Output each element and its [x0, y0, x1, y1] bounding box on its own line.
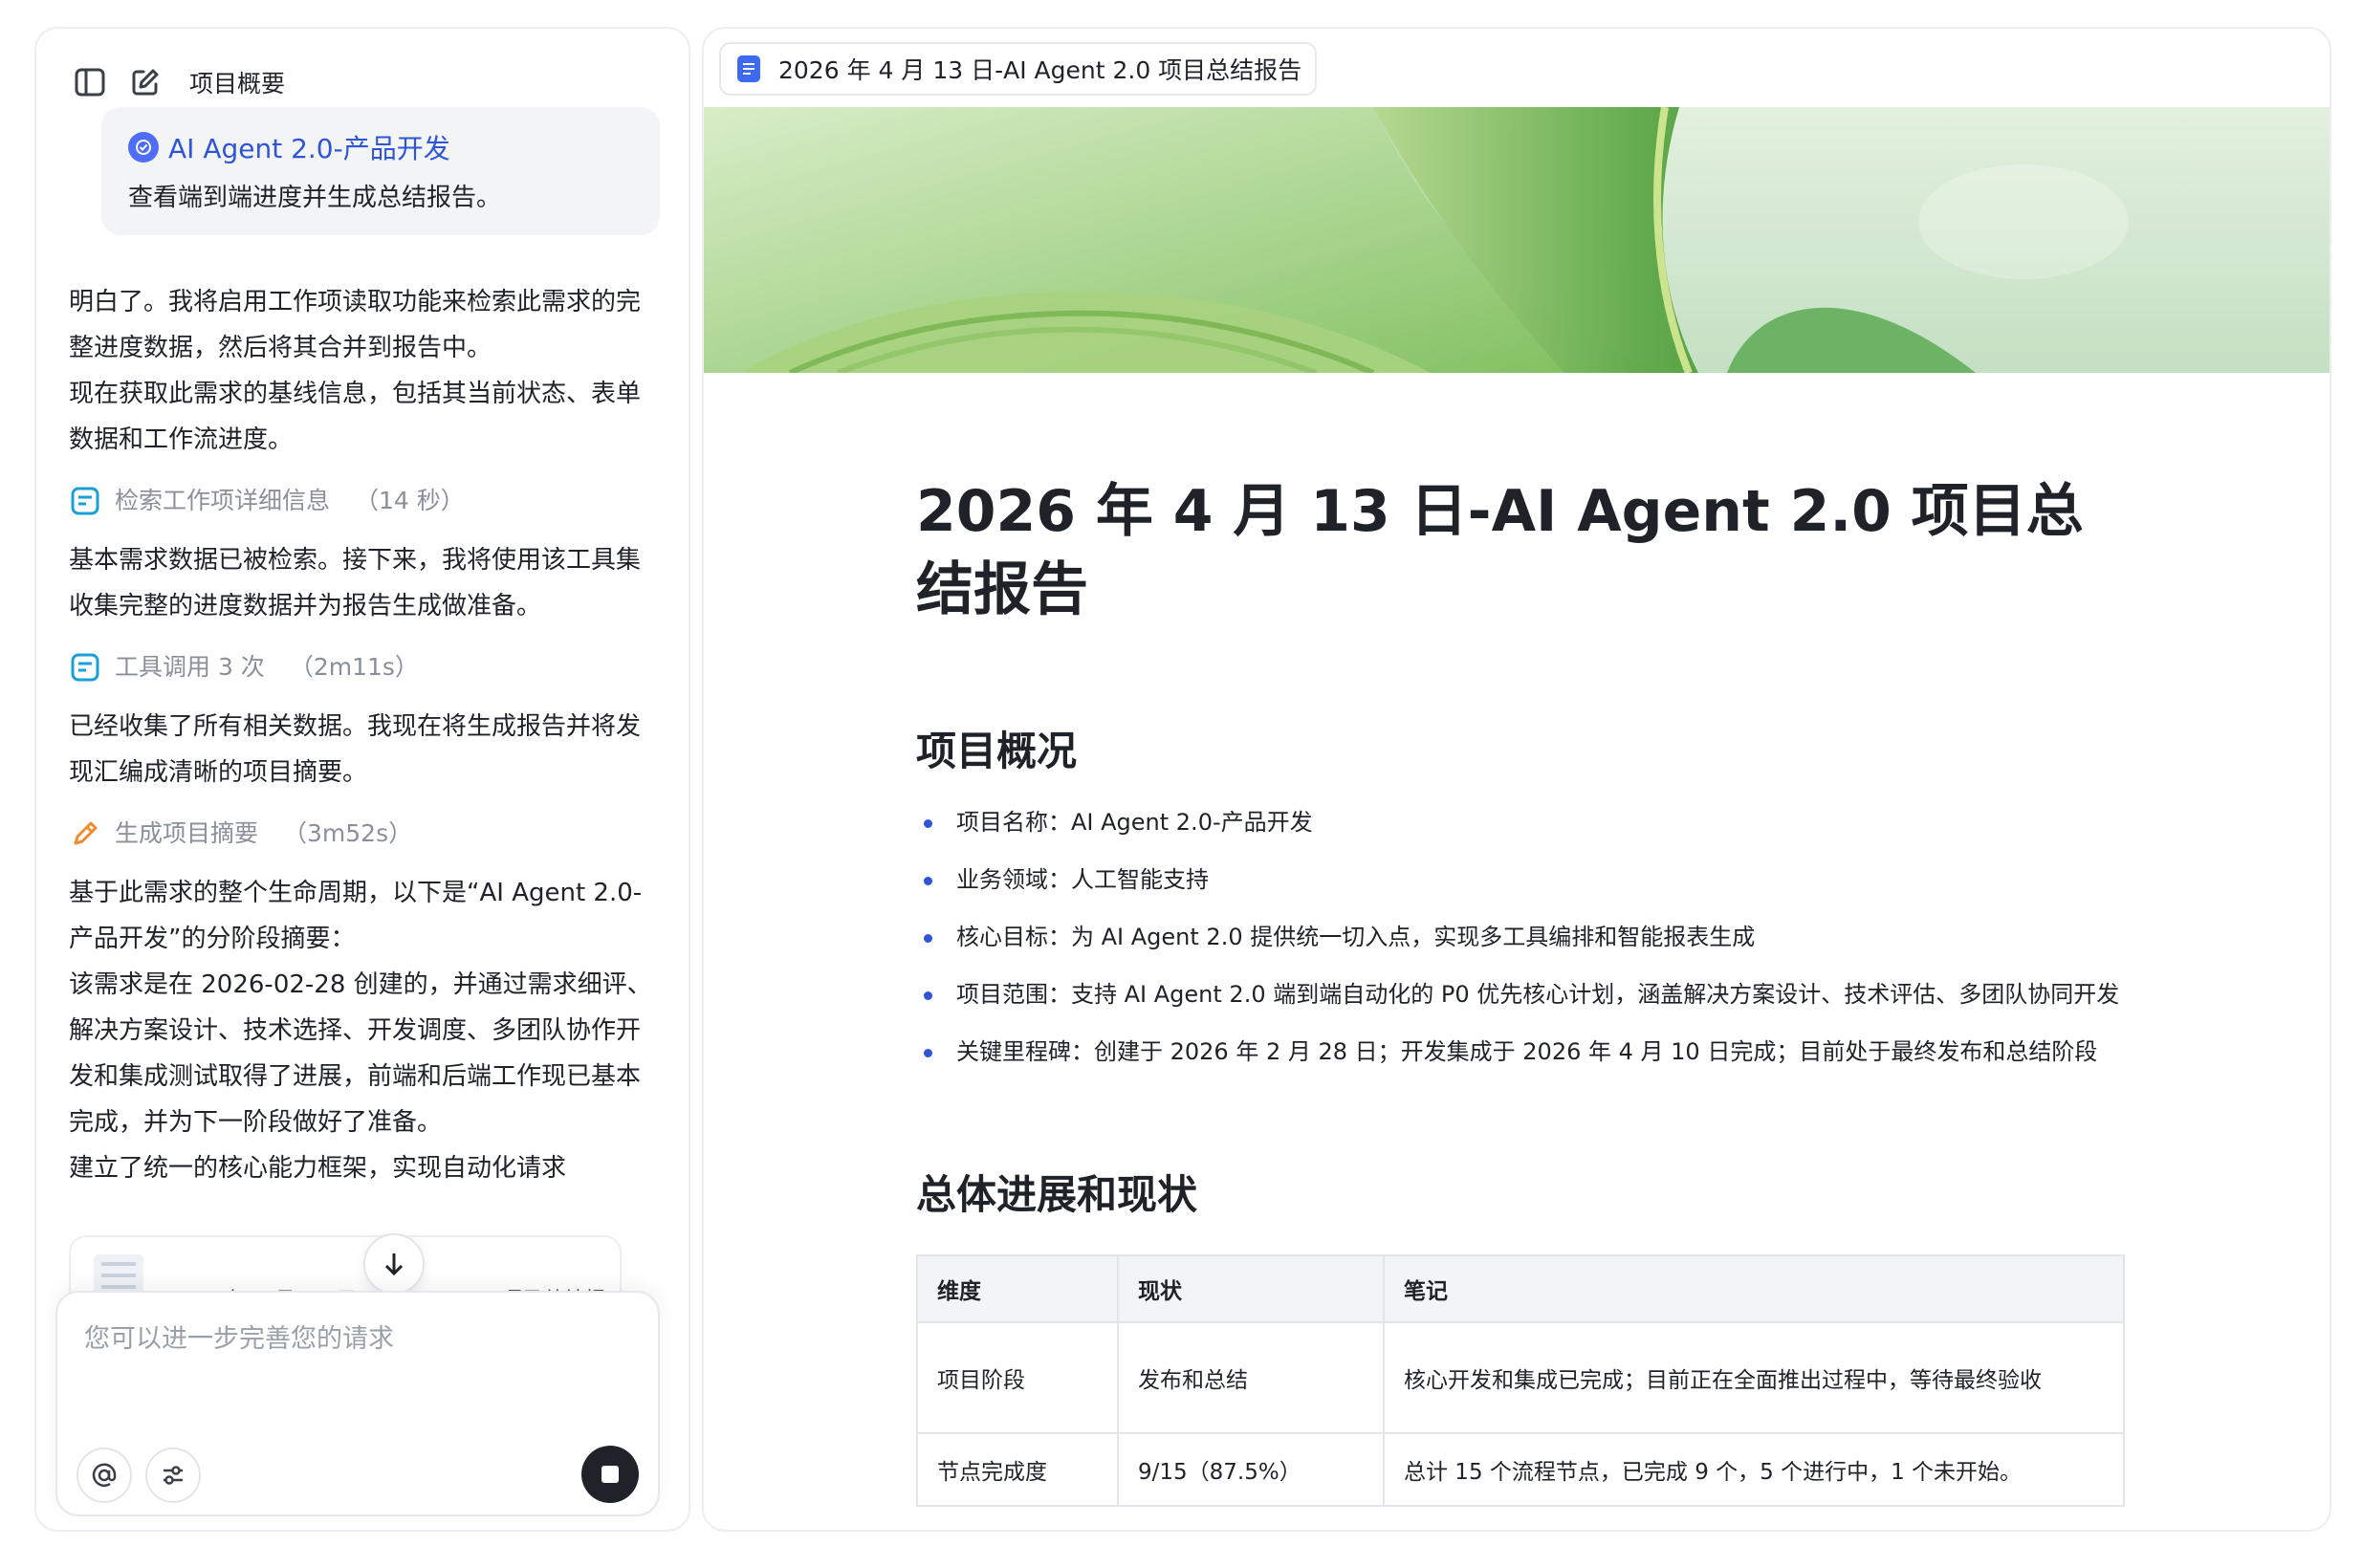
- assistant-message: 基于此需求的整个生命周期，以下是“AI Agent 2.0-产品开发”的分阶段摘…: [69, 879, 643, 953]
- assistant-message: 该需求是在 2026-02-28 创建的，并通过需求细评、解决方案设计、技术选择…: [69, 970, 652, 1137]
- step-label: 生成项目摘要: [115, 819, 259, 847]
- project-tag-label: AI Agent 2.0-产品开发: [168, 133, 450, 164]
- at-sign-icon: [92, 1463, 117, 1487]
- progress-table: 维度 现状 笔记 项目阶段 发布和总结 核心开发和集成已完成；目前正在全面推出过…: [916, 1254, 2125, 1507]
- step-duration: （2m11s）: [289, 653, 419, 681]
- assistant-message: 基本需求数据已被检索。接下来，我将使用该工具集收集完整的进度数据并为报告生成做准…: [69, 546, 642, 621]
- chat-title: 项目概要: [189, 70, 286, 98]
- user-message: 查看端到端进度并生成总结报告。: [128, 184, 502, 212]
- stop-icon: [601, 1466, 619, 1483]
- step-retrieve-workitem[interactable]: 检索工作项详细信息 （14 秒）: [69, 476, 664, 526]
- composer-input[interactable]: 您可以进一步完善您的请求: [84, 1318, 394, 1355]
- document-cover-image: [704, 107, 2329, 373]
- scroll-to-bottom-button[interactable]: [363, 1233, 425, 1295]
- step-label: 检索工作项详细信息: [115, 487, 331, 514]
- user-request-card: AI Agent 2.0-产品开发 查看端到端进度并生成总结报告。: [101, 107, 660, 235]
- arrow-down-icon: [384, 1253, 404, 1276]
- section-heading-overview: 项目概况: [916, 728, 1078, 774]
- list-item: 项目名称：AI Agent 2.0-产品开发: [916, 805, 2123, 839]
- chat-header: 项目概要: [71, 55, 285, 109]
- settings-button[interactable]: [145, 1448, 201, 1503]
- list-item: 核心目标：为 AI Agent 2.0 提供统一切入点，实现多工具编排和智能报表…: [916, 920, 2123, 954]
- list-item: 项目范围：支持 AI Agent 2.0 端到端自动化的 P0 优先核心计划，涵…: [916, 977, 2123, 1012]
- step-label: 工具调用 3 次: [115, 653, 265, 681]
- table-row: 项目阶段 发布和总结 核心开发和集成已完成；目前正在全面推出过程中，等待最终验收: [916, 1321, 2125, 1434]
- project-tag[interactable]: AI Agent 2.0-产品开发: [128, 128, 633, 166]
- assistant-message: 现在获取此需求的基线信息，包括其当前状态、表单数据和工作流进度。: [69, 380, 642, 454]
- table-cell: 核心开发和集成已完成；目前正在全面推出过程中，等待最终验收: [1383, 1321, 2125, 1434]
- step-generate-summary[interactable]: 生成项目摘要 （3m52s）: [69, 809, 664, 859]
- table-cell: 项目阶段: [916, 1321, 1119, 1434]
- pencil-icon: [69, 817, 101, 850]
- mention-button[interactable]: [77, 1448, 132, 1503]
- step-tool-calls[interactable]: 工具调用 3 次 （2m11s）: [69, 642, 664, 692]
- list-item: 业务领域：人工智能支持: [916, 862, 2123, 897]
- document-icon: [737, 55, 760, 82]
- document-panel: 2026 年 4 月 13 日-AI Agent 2.0 项目总结报告 2026…: [702, 27, 2331, 1532]
- chat-messages: 明白了。我将启用工作项读取功能来检索此需求的完整进度数据，然后将其合并到报告中。…: [69, 279, 664, 1235]
- table-cell: 发布和总结: [1117, 1321, 1385, 1434]
- assistant-message: 建立了统一的核心能力框架，实现自动化请求: [69, 1154, 567, 1183]
- task-list-icon: [69, 485, 101, 517]
- table-cell: 总计 15 个流程节点，已完成 9 个，5 个进行中，1 个未开始。: [1383, 1432, 2125, 1507]
- section-heading-progress: 总体进展和现状: [916, 1171, 1198, 1218]
- step-duration: （3m52s）: [283, 819, 413, 847]
- chat-panel: 项目概要 AI Agent 2.0-产品开发 查看端到端进度并生成总结报告。 明…: [34, 27, 690, 1532]
- document-title: 2026 年 4 月 13 日-AI Agent 2.0 项目总结报告: [916, 478, 2084, 623]
- table-header: 现状: [1117, 1254, 1385, 1323]
- table-cell: 节点完成度: [916, 1432, 1119, 1507]
- list-item: 关键里程碑：创建于 2026 年 2 月 28 日；开发集成于 2026 年 4…: [916, 1034, 2123, 1069]
- table-header-row: 维度 现状 笔记: [916, 1254, 2125, 1323]
- sidebar-toggle-icon[interactable]: [71, 63, 109, 101]
- check-badge-icon: [128, 132, 159, 163]
- table-row: 节点完成度 9/15（87.5%） 总计 15 个流程节点，已完成 9 个，5 …: [916, 1432, 2125, 1507]
- new-chat-edit-icon[interactable]: [126, 63, 164, 101]
- table-header: 笔记: [1383, 1254, 2125, 1323]
- table-cell: 9/15（87.5%）: [1117, 1432, 1385, 1507]
- message-composer[interactable]: 您可以进一步完善您的请求: [55, 1291, 660, 1516]
- document-tab-title: 2026 年 4 月 13 日-AI Agent 2.0 项目总结报告: [778, 56, 1302, 84]
- overview-list: 项目名称：AI Agent 2.0-产品开发 业务领域：人工智能支持 核心目标：…: [916, 805, 2123, 1092]
- assistant-message: 已经收集了所有相关数据。我现在将生成报告并将发现汇编成清晰的项目摘要。: [69, 712, 642, 787]
- assistant-message: 明白了。我将启用工作项读取功能来检索此需求的完整进度数据，然后将其合并到报告中。: [69, 288, 642, 362]
- step-duration: （14 秒）: [355, 487, 465, 514]
- stop-generation-button[interactable]: [581, 1446, 639, 1503]
- document-tab[interactable]: 2026 年 4 月 13 日-AI Agent 2.0 项目总结报告: [719, 42, 1318, 96]
- table-header: 维度: [916, 1254, 1119, 1323]
- sliders-icon: [164, 1466, 183, 1485]
- task-list-icon: [69, 651, 101, 684]
